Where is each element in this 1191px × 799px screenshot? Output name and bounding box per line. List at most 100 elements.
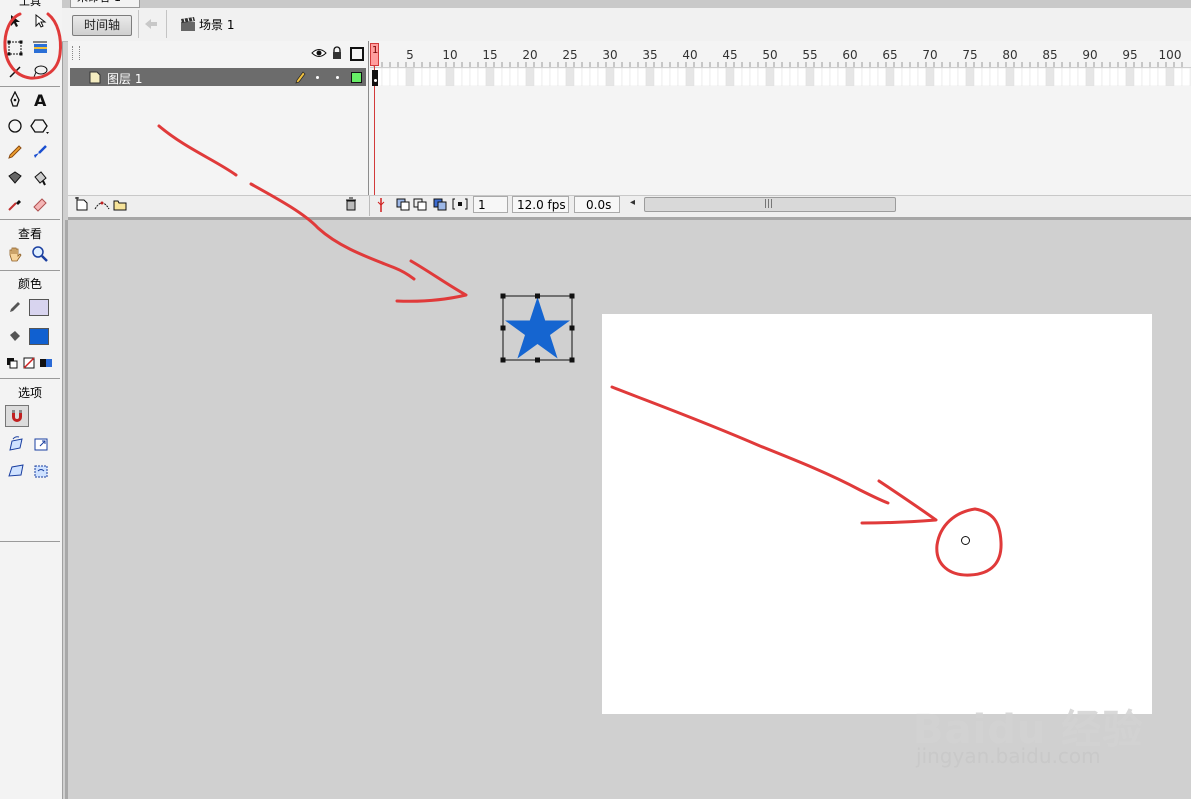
frame-cell[interactable] <box>533 67 543 87</box>
layer-name[interactable]: 图层 1 <box>107 70 142 87</box>
fill-color-swatch[interactable] <box>29 328 49 345</box>
stroke-color-swatch[interactable] <box>29 299 49 316</box>
frame-cell[interactable] <box>917 67 927 87</box>
frame-cell[interactable] <box>893 67 903 87</box>
zoom-tool-icon[interactable] <box>29 243 51 265</box>
frame-cell[interactable] <box>1069 67 1079 87</box>
pencil-tool-icon[interactable] <box>4 141 26 163</box>
snap-to-objects-magnet-icon[interactable] <box>5 405 29 427</box>
frame-cell[interactable] <box>1165 67 1175 87</box>
frame-cell[interactable] <box>909 67 919 87</box>
frame-cell[interactable] <box>461 67 471 87</box>
frame-cell[interactable] <box>1077 67 1087 87</box>
oval-tool-icon[interactable] <box>4 115 26 137</box>
frame-cell[interactable] <box>1013 67 1023 87</box>
frame-rate-field[interactable]: 12.0 fps <box>512 196 569 213</box>
frame-cell[interactable] <box>805 67 815 87</box>
frame-cell[interactable] <box>637 67 647 87</box>
frame-cell[interactable] <box>397 67 407 87</box>
frame-cell[interactable] <box>565 67 575 87</box>
no-color-icon[interactable] <box>20 352 38 374</box>
selected-star-shape[interactable] <box>500 293 575 363</box>
frame-cell[interactable] <box>1117 67 1127 87</box>
transform-point[interactable] <box>961 536 970 545</box>
frame-cell[interactable] <box>789 67 799 87</box>
frame-cell[interactable] <box>477 67 487 87</box>
elapsed-time-field[interactable]: 0.0s <box>574 196 620 213</box>
delete-layer-trash-icon[interactable] <box>344 197 358 214</box>
hand-tool-icon[interactable] <box>4 243 26 265</box>
frame-ruler[interactable]: 5 10 15 20 25 30 35 40 45 50 55 60 65 70 75 80 85 90 95 100 <box>370 41 1191 68</box>
insert-layer-folder-icon[interactable] <box>112 197 128 214</box>
scale-icon[interactable] <box>30 433 52 455</box>
frame-cell[interactable] <box>709 67 719 87</box>
frame-cell[interactable] <box>1149 67 1159 87</box>
frame-cell[interactable] <box>661 67 671 87</box>
frame-cell[interactable] <box>1173 67 1183 87</box>
frame-cell[interactable] <box>653 67 663 87</box>
current-frame-field[interactable]: 1 <box>473 196 508 213</box>
lasso-icon[interactable] <box>29 61 51 83</box>
frame-cell[interactable] <box>701 67 711 87</box>
frame-cell[interactable] <box>597 67 607 87</box>
frame-cell[interactable] <box>669 67 679 87</box>
layer-outline-color-box[interactable] <box>351 72 362 83</box>
frame-cell[interactable] <box>1125 67 1135 87</box>
frame-cell[interactable] <box>1133 67 1143 87</box>
frame-cell[interactable] <box>445 67 455 87</box>
gradient-transform-icon[interactable] <box>29 37 51 59</box>
line-tool-icon[interactable] <box>4 61 26 83</box>
frame-cell[interactable] <box>557 67 567 87</box>
frame-cell[interactable] <box>741 67 751 87</box>
frame-cell[interactable] <box>773 67 783 87</box>
pen-tool-icon[interactable] <box>4 89 26 111</box>
timeline-horizontal-scrollbar[interactable]: ||| <box>644 197 896 212</box>
frame-cell[interactable] <box>885 67 895 87</box>
frame-cell[interactable] <box>813 67 823 87</box>
onion-skin-outlines-icon[interactable] <box>412 197 428 214</box>
show-hide-eye-icon[interactable] <box>311 46 327 63</box>
edit-multiple-frames-icon[interactable] <box>432 197 448 214</box>
frame-cell[interactable] <box>525 67 535 87</box>
frame-cell[interactable] <box>845 67 855 87</box>
frame-cell[interactable] <box>1005 67 1015 87</box>
rotate-skew-icon[interactable] <box>5 433 27 455</box>
frame-cell[interactable] <box>957 67 967 87</box>
frame-cell[interactable] <box>549 67 559 87</box>
frame-cell[interactable] <box>797 67 807 87</box>
frame-cell[interactable] <box>837 67 847 87</box>
default-colors-icon[interactable] <box>3 352 21 374</box>
frame-cell[interactable] <box>925 67 935 87</box>
frame-cell[interactable] <box>877 67 887 87</box>
outline-toggle-icon[interactable] <box>350 47 364 61</box>
frame-cell[interactable] <box>685 67 695 87</box>
panel-splitter[interactable] <box>65 220 68 799</box>
scroll-left-arrow-icon[interactable]: ◂ <box>630 197 635 208</box>
frame-cell[interactable] <box>517 67 527 87</box>
subselection-arrow-icon[interactable] <box>29 10 51 32</box>
frame-cell[interactable] <box>501 67 511 87</box>
frame-cell[interactable] <box>989 67 999 87</box>
frame-cell[interactable] <box>1141 67 1151 87</box>
selection-arrow-icon[interactable] <box>4 10 26 32</box>
frame-cell[interactable] <box>413 67 423 87</box>
frame-cell[interactable] <box>629 67 639 87</box>
frame-cell[interactable] <box>717 67 727 87</box>
back-arrow-icon[interactable] <box>143 16 159 35</box>
frame-cell[interactable] <box>1037 67 1047 87</box>
frame-cell[interactable] <box>933 67 943 87</box>
frame-cell[interactable] <box>765 67 775 87</box>
brush-tool-icon[interactable] <box>29 141 51 163</box>
swap-colors-icon[interactable] <box>37 352 55 374</box>
frame-cell[interactable] <box>469 67 479 87</box>
frame-cell[interactable] <box>381 67 391 87</box>
frame-cell[interactable] <box>997 67 1007 87</box>
frame-cell[interactable] <box>493 67 503 87</box>
frame-cell[interactable] <box>781 67 791 87</box>
frame-cell[interactable] <box>829 67 839 87</box>
stage[interactable] <box>602 314 1152 714</box>
frame-cell[interactable] <box>941 67 951 87</box>
insert-layer-icon[interactable] <box>74 196 90 214</box>
ink-bottle-icon[interactable] <box>4 167 26 189</box>
text-tool-icon[interactable]: A <box>29 89 51 111</box>
